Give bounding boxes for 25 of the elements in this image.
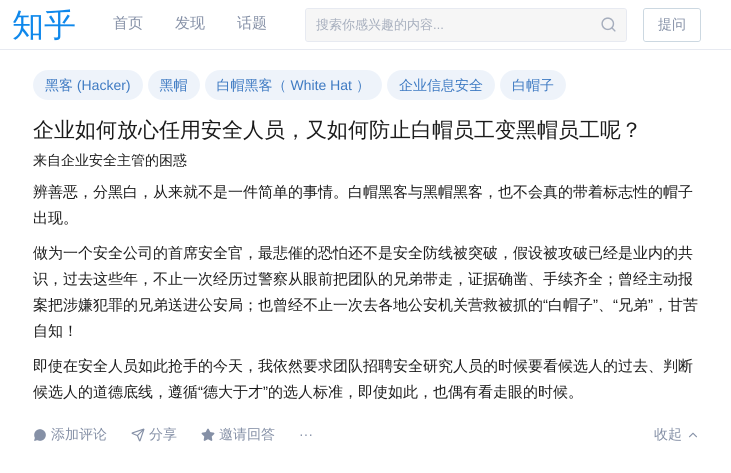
nav-link[interactable]: 首页 [113,13,143,36]
send-icon [131,428,145,442]
action-button[interactable]: 分享 [131,424,177,445]
comment-icon [33,428,47,442]
search-icon[interactable] [600,16,618,32]
paragraph: 做为一个安全公司的首席安全官，最悲催的恐怕还不是安全防线被突破，假设被攻破已经是业内的共识，过去这些年，不止一次经历过警察从眼前把团队的兄弟带走，证据确凿、手续齐全；曾经主动报案把涉嫌犯罪的兄弟送进公安局；也曾经不止一次去各地公安机关营救被抓的“白帽子”、“兄弟”，甘苦自知！ [33,244,698,342]
more-button[interactable]: ··· [299,424,313,445]
collapse-button[interactable]: 收起 [654,424,700,445]
action-button[interactable]: 邀请回答 [201,424,275,445]
question-subtitle: 来自企业安全主管的困惑 [33,151,188,170]
paragraph: 即使在安全人员如此抢手的今天，我依然要求团队招聘安全研究人员的时候要看候选人的过去、判断候选人的道德底线，遵循“德大于才”的选人标准，即使如此，也偶有看走眼的时候。 [33,357,694,403]
star-icon [201,428,215,442]
topic-tag[interactable]: 黑客 (Hacker) [33,70,143,100]
logo[interactable]: 知乎 [12,8,84,40]
nav-link[interactable]: 话题 [237,13,267,36]
topic-tag[interactable]: 企业信息安全 [386,70,495,100]
nav-link[interactable]: 发现 [175,13,205,36]
action-button[interactable]: 添加评论 [33,424,107,445]
topic-tag[interactable]: 白帽黑客（ White Hat ） [204,70,382,100]
paragraph: 辨善恶，分黑白，从来就不是一件简单的事情。白帽黑客与黑帽黑客，也不会真的带着标志性的帽子出现。 [33,183,694,229]
question-title: 企业如何放心任用安全人员，又如何防止白帽员工变黑帽员工呢？ [33,118,643,144]
search-field[interactable]: 搜索你感兴趣的内容... [305,8,628,42]
topic-tag[interactable]: 黑帽 [148,70,200,100]
ask-button[interactable]: 提问 [643,8,701,42]
topic-tag[interactable]: 白帽子 [500,70,566,100]
